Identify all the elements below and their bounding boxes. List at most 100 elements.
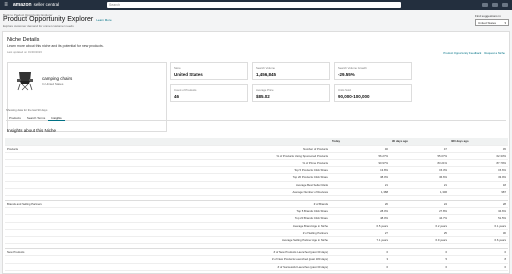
metric-card-search-volume-growth: Search Volume Growth -29.55% (334, 62, 412, 80)
row-metric: Number of Products (87, 145, 330, 153)
cell-today: 28.0% (330, 207, 390, 216)
brand-seller-central-text: seller central (33, 2, 60, 7)
insights-table: Today 90 days ago 360 days ago Products N… (5, 138, 508, 271)
top-navigation-bar: ≡ amazon seller central Search (0, 0, 512, 10)
search-input[interactable]: Search (107, 2, 401, 8)
help-icon[interactable] (502, 3, 508, 7)
table-row: Top 5 Products Click Share 13.8% 15.3% 15.6… (5, 166, 508, 175)
cell-360-days: 51.5% (449, 214, 508, 223)
row-metric: Top 5 Brands Click Share (87, 207, 330, 216)
table-row: # of New Products Launched (past 180 day… (5, 255, 508, 264)
metric-label: Store (174, 66, 181, 70)
table-header-cell (5, 138, 87, 146)
brand-amazon-text: amazon (13, 2, 32, 8)
row-group (5, 222, 87, 230)
cell-90-days: 0 (390, 263, 449, 271)
marketplace-select[interactable]: United States ▾ (475, 19, 509, 26)
table-header-90-days[interactable]: 90 days ago (390, 138, 449, 146)
metric-label: Search Volume (256, 66, 275, 70)
niche-links: Product Opportunity Feedback Request a N… (443, 51, 505, 55)
last-updated-text: Last updated on 01/30/2023 (7, 50, 42, 54)
row-group (5, 188, 87, 196)
metric-label: Average Price (256, 88, 274, 92)
cell-360-days: 0 (449, 263, 508, 271)
niche-name: camping chairs (42, 76, 73, 81)
niche-details-panel: Niche Details Learn more about this nich… (2, 31, 510, 274)
row-metric: Average Number of Reviews (87, 188, 330, 196)
marketplace-select-value: United States (478, 21, 497, 25)
row-group (5, 181, 87, 189)
learn-more-link[interactable]: Learn More (96, 18, 111, 22)
cell-360-days: 28 (449, 200, 508, 209)
brand-logo[interactable]: amazon seller central (13, 2, 59, 8)
metric-value: -29.55% (338, 72, 355, 77)
row-group (5, 255, 87, 264)
metric-card-average-price: Average Price $85.02 (252, 84, 330, 102)
niche-details-title: Niche Details (7, 37, 40, 43)
table-header-360-days[interactable]: 360 days ago (449, 138, 508, 146)
cell-90-days: 0 (390, 248, 449, 257)
cell-today: 1,388 (330, 188, 390, 196)
cell-360-days: 8 (449, 255, 508, 264)
top-right-icons (482, 0, 508, 10)
table-row: Products Number of Products 46 47 45 (5, 145, 508, 153)
table-row: Average Brand Age in Niche 6.5 years 6.2 y… (5, 222, 508, 230)
cell-today: 48.0% (330, 214, 390, 223)
cell-today: 0 (330, 263, 390, 271)
row-metric: # of New Products Launched (past 180 day… (87, 255, 330, 264)
row-group (5, 173, 87, 182)
table-row: Brands and Selling Partners # of Brands 26… (5, 200, 508, 209)
request-niche-link[interactable]: Request a Niche (484, 51, 505, 55)
row-metric: # of Selling Partners (87, 229, 330, 237)
cell-90-days: 6.9 years (390, 236, 449, 245)
cell-90-days: 36.6% (390, 173, 449, 182)
tab-insights[interactable]: Insights (48, 115, 65, 121)
metric-card-search-volume: Search Volume 1,456,845 (252, 62, 330, 80)
row-group (5, 263, 87, 271)
table-body: Products Number of Products 46 47 45% of Pro… (5, 145, 508, 271)
settings-icon[interactable] (492, 3, 498, 7)
feedback-link[interactable]: Product Opportunity Feedback (443, 51, 481, 55)
cell-90-days: 6.2 years (390, 222, 449, 230)
metric-card-store: Store United States (170, 62, 248, 80)
row-metric: Top 20 Brands Click Share (87, 214, 330, 223)
row-metric: Average Best Seller Rank (87, 181, 330, 189)
row-group (5, 207, 87, 216)
cell-today: 3 (330, 255, 390, 264)
row-group: Products (5, 145, 87, 153)
table-row: Top 20 Products Click Share 38.0% 36.6% 33.… (5, 173, 508, 182)
metric-card-units-sold: Units Sold 90,000-100,000 (334, 84, 412, 102)
cell-90-days: 1,306 (390, 188, 449, 196)
metric-label: Units Sold (338, 88, 351, 92)
row-group (5, 152, 87, 160)
row-metric: # of Brands (87, 200, 330, 209)
table-row: % of Products Using Sponsored Products 56… (5, 152, 508, 160)
metric-value: 46 (174, 94, 180, 99)
tab-search-terms[interactable]: Search Terms (24, 115, 48, 121)
metric-value: United States (174, 72, 203, 77)
row-metric: % of Prime Products (87, 159, 330, 168)
tab-products[interactable]: Products (6, 115, 24, 121)
cell-90-days: 55.07% (390, 152, 449, 160)
cell-360-days: 987 (449, 188, 508, 196)
table-header-today[interactable]: Today (330, 138, 390, 146)
row-metric: Top 20 Products Click Share (87, 173, 330, 182)
page-subtitle: Explore customer demand for unmet custom… (3, 24, 74, 28)
table-row: # of Selling Partners 27 25 30 (5, 229, 508, 237)
cell-90-days: 21 (390, 181, 449, 189)
row-metric: Average Selling Partner Age in Niche (87, 236, 330, 245)
niche-summary-card: camping chairs In United States (7, 62, 167, 132)
data-range-note: Showing data for the last 90 days (6, 108, 48, 112)
cell-today: 38.0% (330, 173, 390, 182)
niche-marketplace: In United States (42, 82, 64, 86)
cell-360-days: 30 (449, 229, 508, 237)
niche-details-subtitle: Learn more about this niche and its pote… (7, 44, 104, 48)
page-title: Product Opportunity Explorer (3, 16, 94, 23)
cell-360-days: 6.1 years (449, 222, 508, 230)
cell-90-days: 83.21% (390, 159, 449, 168)
hamburger-menu-icon[interactable]: ≡ (2, 0, 10, 10)
insights-title: Insights about this Niche (7, 128, 57, 133)
cell-360-days: 6.6 years (449, 236, 508, 245)
mail-icon[interactable] (482, 3, 488, 7)
table-row: Average Best Seller Rank 21 21 18 (5, 181, 508, 189)
